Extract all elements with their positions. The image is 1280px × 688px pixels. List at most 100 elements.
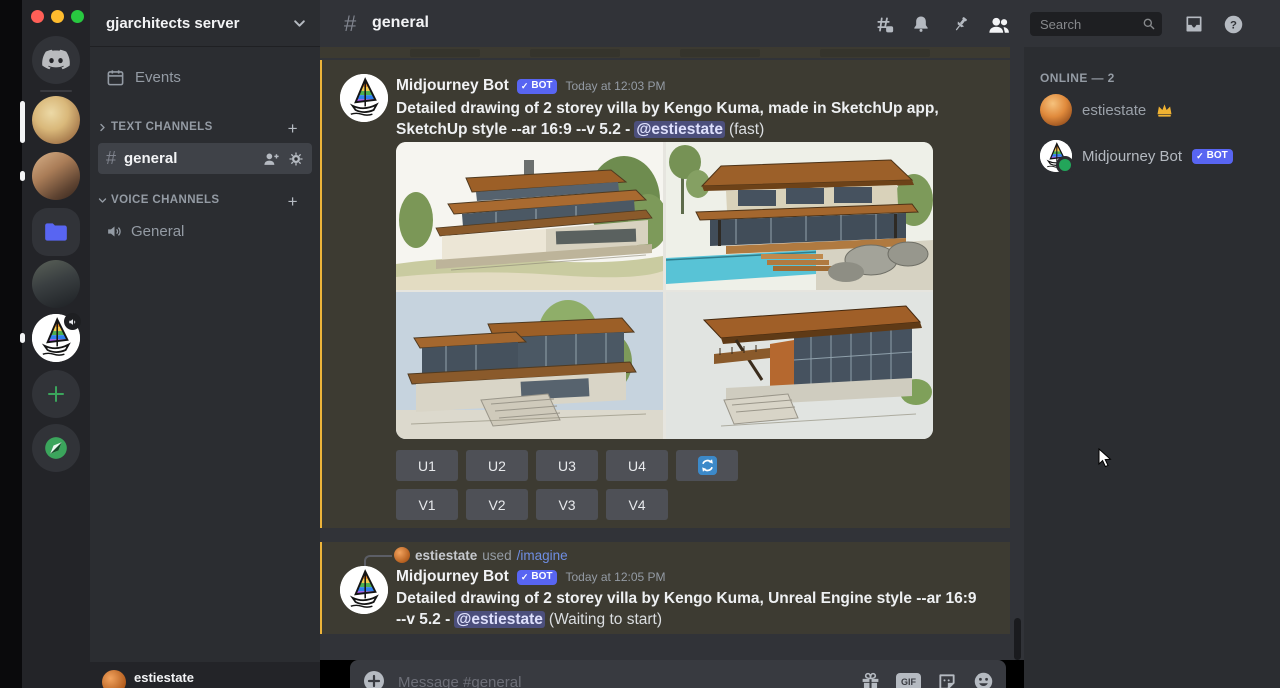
- variation-button-v1[interactable]: V1: [396, 489, 458, 520]
- generated-image-4: [666, 292, 933, 439]
- text-channels-label: TEXT CHANNELS: [111, 121, 213, 133]
- reply-user-name[interactable]: estiestate: [415, 548, 477, 563]
- events-label: Events: [135, 69, 181, 86]
- gift-icon[interactable]: [858, 669, 883, 688]
- calendar-icon: [106, 68, 125, 87]
- previous-message-remnant: [320, 47, 1010, 58]
- explore-servers-button[interactable]: [32, 424, 80, 472]
- voice-channels-header[interactable]: VOICE CHANNELS +: [98, 194, 312, 206]
- inbox-icon[interactable]: [1183, 13, 1205, 35]
- verified-check-icon: ✓: [521, 571, 529, 583]
- mention-estiestate[interactable]: @estiestate: [634, 121, 725, 138]
- slash-command-link[interactable]: /imagine: [517, 548, 568, 563]
- chevron-icon: [98, 123, 107, 132]
- server-folder[interactable]: [32, 208, 80, 256]
- generated-image-3: [396, 292, 663, 439]
- add-server-button[interactable]: [32, 370, 80, 418]
- minimize-window-button[interactable]: [51, 10, 64, 23]
- channel-title: general: [372, 14, 429, 32]
- svg-text:?: ?: [1230, 19, 1237, 31]
- channel-settings-gear-icon[interactable]: [288, 151, 304, 167]
- timestamp: Today at 12:05 PM: [565, 570, 665, 584]
- member-list-toggle-icon[interactable]: [988, 13, 1010, 35]
- hash-icon: #: [106, 148, 116, 169]
- voice-channels-label: VOICE CHANNELS: [111, 194, 219, 206]
- close-window-button[interactable]: [31, 10, 44, 23]
- voice-general-label: General: [131, 223, 184, 240]
- zoom-window-button[interactable]: [71, 10, 84, 23]
- message: Midjourney Bot ✓ BOT Today at 12:03 PM D…: [320, 60, 1010, 528]
- active-server-pill: [20, 101, 25, 143]
- pinned-messages-icon[interactable]: [949, 13, 971, 35]
- author-name[interactable]: Midjourney Bot: [396, 568, 509, 586]
- member-midjourney-bot[interactable]: Midjourney Bot ✓ BOT: [1032, 135, 1272, 177]
- help-icon[interactable]: ?: [1222, 13, 1244, 35]
- search-box[interactable]: [1030, 12, 1162, 36]
- channel-sidebar: gjarchitects server Events TEXT CHANNELS…: [90, 0, 320, 688]
- message-header: Midjourney Bot ✓ BOT Today at 12:03 PM: [396, 77, 666, 95]
- sidebar-item-events[interactable]: Events: [98, 62, 312, 92]
- current-user-avatar[interactable]: [102, 670, 126, 688]
- search-icon: [1142, 17, 1156, 31]
- current-user-name: estiestate: [134, 670, 194, 685]
- rail-divider: [40, 90, 72, 92]
- author-name[interactable]: Midjourney Bot: [396, 77, 509, 95]
- voice-active-badge: [64, 313, 81, 330]
- threads-icon[interactable]: [872, 13, 894, 35]
- timestamp: Today at 12:03 PM: [565, 79, 665, 93]
- server-avatar-1[interactable]: [32, 96, 80, 144]
- chevron-down-icon: [98, 196, 107, 205]
- invite-people-icon[interactable]: [263, 151, 280, 166]
- message-text: Detailed drawing of 2 storey villa by Ke…: [396, 588, 978, 630]
- plus-circle-icon: [362, 669, 386, 688]
- mention-estiestate[interactable]: @estiestate: [454, 611, 545, 628]
- compass-icon: [43, 435, 69, 461]
- create-channel-button[interactable]: +: [288, 119, 298, 139]
- member-sidebar: ONLINE — 2 estiestate Midjourney Bot ✓ B…: [1024, 47, 1280, 688]
- gif-icon[interactable]: GIF: [896, 669, 921, 688]
- unread-server-pill: [20, 171, 25, 181]
- reroll-button[interactable]: [676, 450, 738, 481]
- search-input[interactable]: [1038, 16, 1142, 33]
- server-avatar-3[interactable]: [32, 260, 80, 308]
- upscale-button-u2[interactable]: U2: [466, 450, 528, 481]
- message: estiestate used /imagine Midjourney Bot …: [320, 542, 1010, 634]
- member-name: estiestate: [1082, 102, 1146, 119]
- upscale-button-u3[interactable]: U3: [536, 450, 598, 481]
- estiestate-avatar-small[interactable]: [394, 547, 410, 563]
- user-panel[interactable]: estiestate: [90, 662, 320, 688]
- sticker-icon[interactable]: [934, 669, 959, 688]
- emoji-icon[interactable]: [971, 669, 996, 688]
- screen-edge: [0, 0, 22, 688]
- variation-button-v2[interactable]: V2: [466, 489, 528, 520]
- message-input-bar: GIF: [350, 660, 1006, 688]
- variation-button-v3[interactable]: V3: [536, 489, 598, 520]
- upscale-button-u1[interactable]: U1: [396, 450, 458, 481]
- channel-general[interactable]: # general: [98, 143, 312, 174]
- server-name: gjarchitects server: [106, 15, 239, 32]
- plus-icon: [46, 384, 66, 404]
- refresh-icon: [698, 456, 717, 475]
- variation-button-v4[interactable]: V4: [606, 489, 668, 520]
- member-estiestate[interactable]: estiestate: [1032, 89, 1272, 131]
- server-avatar-2[interactable]: [32, 152, 80, 200]
- chevron-down-icon: [293, 17, 306, 30]
- attach-file-button[interactable]: [362, 669, 386, 688]
- upscale-button-u4[interactable]: U4: [606, 450, 668, 481]
- notifications-bell-icon[interactable]: [910, 13, 932, 35]
- midjourney-server-button[interactable]: [32, 314, 80, 362]
- midjourney-bot-avatar[interactable]: [340, 74, 388, 122]
- server-header[interactable]: gjarchitects server: [90, 0, 320, 47]
- channel-header: # general: [320, 0, 1280, 48]
- channel-general-label: general: [124, 150, 255, 167]
- message-input[interactable]: [396, 664, 820, 688]
- text-channels-header[interactable]: TEXT CHANNELS +: [98, 121, 312, 133]
- discord-home-button[interactable]: [32, 36, 80, 84]
- midjourney-bot-avatar[interactable]: [340, 566, 388, 614]
- chat-scrollbar-thumb[interactable]: [1014, 618, 1021, 660]
- create-voice-channel-button[interactable]: +: [288, 192, 298, 212]
- voice-channel-general[interactable]: General: [106, 217, 306, 245]
- discord-window: gjarchitects server Events TEXT CHANNELS…: [0, 0, 1280, 688]
- midjourney-image-grid[interactable]: [396, 142, 933, 439]
- message-list: Midjourney Bot ✓ BOT Today at 12:03 PM D…: [320, 47, 1024, 660]
